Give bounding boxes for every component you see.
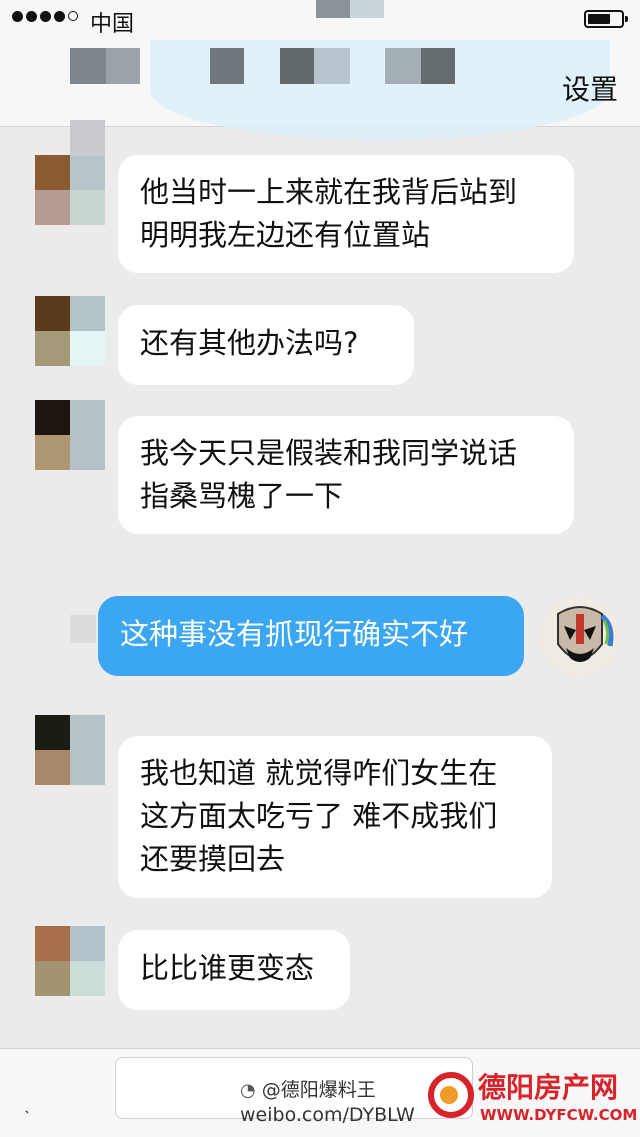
avatar-pixel [70, 120, 105, 156]
message-bubble-incoming[interactable]: 他当时一上来就在我背后站到 明明我左边还有位置站 [118, 155, 574, 273]
contact-avatar[interactable] [35, 926, 105, 996]
battery-icon [584, 10, 628, 28]
message-bubble-incoming[interactable]: 比比谁更变态 [118, 930, 350, 1010]
site-logo: 德阳房产网 WWW.DYFCW.COM [422, 1066, 637, 1132]
signal-dots-icon [12, 11, 78, 22]
settings-button[interactable]: 设置 [562, 68, 618, 108]
contact-avatar[interactable] [35, 400, 105, 470]
contact-avatar[interactable] [35, 296, 105, 366]
message-bubble-incoming[interactable]: 还有其他办法吗? [118, 305, 414, 385]
site-logo-text: 德阳房产网 [478, 1071, 619, 1104]
weibo-url: weibo.com/DYBLW [240, 1104, 415, 1126]
self-avatar[interactable] [540, 596, 620, 676]
message-bubble-incoming[interactable]: 我也知道 就觉得咋们女生在 这方面太吃亏了 难不成我们 还要摸回去 [118, 736, 552, 898]
weibo-name: @德阳爆料王 [261, 1079, 376, 1101]
contact-avatar[interactable] [35, 155, 105, 225]
site-logo-icon [428, 1072, 474, 1118]
message-bubble-outgoing[interactable]: 这种事没有抓现行确实不好 [98, 596, 524, 676]
message-bubble-incoming[interactable]: 我今天只是假装和我同学说话 指桑骂槐了一下 [118, 416, 574, 534]
site-logo-url: WWW.DYFCW.COM [480, 1106, 638, 1124]
voice-toggle-icon[interactable]: ˴ [24, 1100, 30, 1121]
carrier-label: 中国 [90, 12, 135, 37]
contact-avatar[interactable] [35, 715, 105, 785]
read-indicator [70, 615, 96, 643]
weibo-watermark: ◔ @德阳爆料王 weibo.com/DYBLW [240, 1075, 415, 1126]
weibo-logo-icon: ◔ [240, 1080, 256, 1101]
opera-mask-avatar-icon [540, 596, 620, 676]
